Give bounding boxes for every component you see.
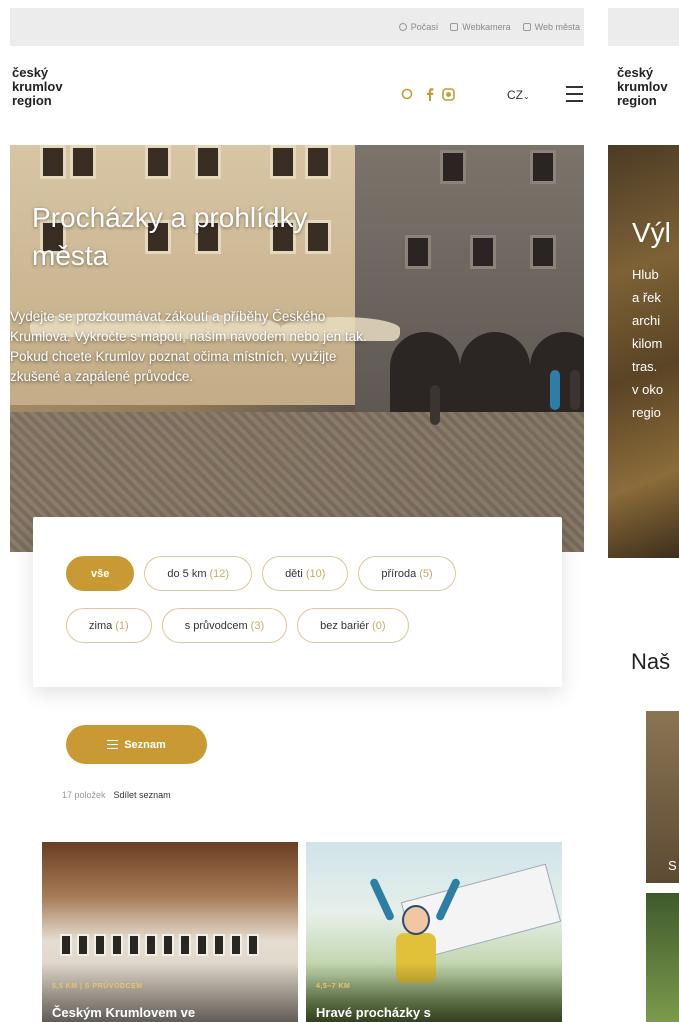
- filter-count: (5): [419, 567, 433, 580]
- walk-card[interactable]: 4,5–7 KM Hravé procházky s: [306, 842, 562, 1022]
- filter-chip-guided[interactable]: s průvodcem (3): [161, 608, 288, 643]
- city-web-label: Web města: [534, 22, 580, 32]
- logo-line-3: region: [12, 93, 52, 108]
- facebook-icon[interactable]: [426, 88, 434, 105]
- filter-row-1: vše do 5 km (12) děti (10) příroda (5): [66, 556, 562, 591]
- webcam-link[interactable]: Webkamera: [450, 22, 511, 32]
- filter-label: příroda: [381, 567, 417, 580]
- preview-section-title: Naš: [631, 649, 671, 674]
- search-icon[interactable]: [401, 88, 413, 104]
- filter-chip-barrier-free[interactable]: bez bariér (0): [297, 608, 409, 643]
- list-meta: 17 položek Sdílet seznam: [62, 790, 171, 800]
- filter-count: (1): [115, 619, 129, 632]
- menu-icon[interactable]: [566, 86, 583, 102]
- filter-label: vše: [91, 567, 110, 580]
- preview-hero-title: Výl: [632, 217, 671, 248]
- card-image-gallery: [60, 934, 259, 956]
- card-kicker: 5,5 KM | S PRŮVODCEM: [52, 983, 143, 990]
- webcam-label: Webkamera: [462, 22, 511, 32]
- filter-count: (0): [372, 619, 386, 632]
- instagram-icon[interactable]: [442, 88, 455, 105]
- preview-thumbnail[interactable]: S: [646, 711, 679, 883]
- filter-label: do 5 km: [167, 567, 207, 580]
- hero-description: Vydejte se prozkoumávat zákoutí a příběh…: [10, 309, 367, 384]
- sun-icon: [398, 23, 407, 31]
- logo[interactable]: český krumlov region: [12, 66, 63, 108]
- preview-logo-text: český krumlov region: [617, 65, 668, 108]
- list-button-label: Seznam: [124, 738, 166, 751]
- filter-panel: vše do 5 km (12) děti (10) příroda (5) zima…: [33, 517, 562, 687]
- language-selector[interactable]: CZ⌄: [507, 88, 530, 102]
- preview-hero-text: Hlub a řek archi kilom tras. v oko regio: [632, 267, 664, 420]
- hero-banner: Procházky a prohlídky města Vydejte se p…: [10, 145, 584, 552]
- weather-label: Počasí: [410, 22, 439, 32]
- item-count: 17 položek: [62, 790, 106, 800]
- filter-label: s průvodcem: [184, 619, 248, 632]
- weather-link[interactable]: Počasí: [398, 22, 439, 32]
- language-label: CZ: [507, 88, 523, 102]
- share-list-link[interactable]: Sdílet seznam: [114, 790, 171, 800]
- filter-count: (3): [250, 619, 265, 632]
- logo-line-1: český: [12, 65, 49, 80]
- city-web-link[interactable]: Web města: [522, 22, 580, 32]
- preview-thumbnail[interactable]: [646, 893, 679, 1022]
- preview-thumb-letter: S: [668, 858, 677, 873]
- filter-chip-all[interactable]: vše: [66, 556, 135, 591]
- utility-bar-preview: [608, 8, 679, 46]
- filter-count: (12): [209, 567, 230, 580]
- filter-label: zima: [89, 619, 113, 632]
- filter-label: bez bariér: [320, 619, 370, 632]
- logo-line-2: krumlov: [12, 79, 63, 94]
- filter-label: děti: [285, 567, 303, 580]
- filter-count: (10): [305, 567, 326, 580]
- filter-chip-5km[interactable]: do 5 km (12): [144, 556, 253, 591]
- logo-preview: český krumlov region: [617, 65, 668, 108]
- filter-row-2: zima (1) s průvodcem (3) bez bariér (0): [66, 608, 562, 643]
- page-title: Procházky a prohlídky města: [32, 202, 308, 271]
- list-view-button[interactable]: Seznam: [66, 725, 207, 764]
- walk-card[interactable]: 5,5 KM | S PRŮVODCEM Českým Krumlovem ve: [42, 842, 298, 1022]
- filter-chip-kids[interactable]: děti (10): [262, 556, 349, 591]
- chevron-down-icon: ⌄: [523, 92, 530, 101]
- card-kicker: 4,5–7 KM: [316, 983, 351, 990]
- filter-chip-winter[interactable]: zima (1): [66, 608, 152, 643]
- webcam-icon: [450, 23, 459, 31]
- hero-banner-preview: Výl Hlub a řek archi kilom tras. v oko r…: [608, 145, 679, 558]
- card-title: Hravé procházky s: [316, 1005, 431, 1020]
- filter-chip-nature[interactable]: příroda (5): [358, 556, 456, 591]
- city-web-icon: [522, 23, 531, 31]
- card-title: Českým Krumlovem ve: [52, 1005, 196, 1020]
- list-icon: [107, 739, 119, 750]
- utility-bar: Počasí Webkamera Web města: [10, 8, 584, 46]
